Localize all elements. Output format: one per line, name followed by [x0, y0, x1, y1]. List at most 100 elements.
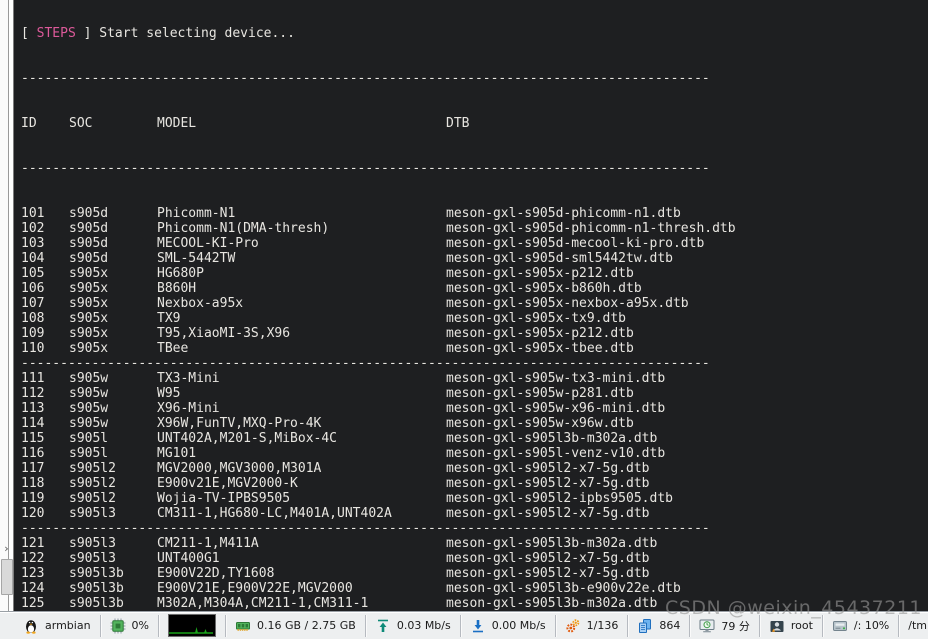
- taskbar-item-disk-tmp[interactable]: /tmp: 1%: [899, 612, 928, 639]
- device-row: 113 s905w X96-Mini meson-gxl-s905w-x96-mini…: [21, 401, 928, 416]
- device-id: 124: [21, 581, 45, 596]
- device-model: CM311-1,HG680-LC,M401A,UNT402A: [157, 506, 392, 521]
- taskbar-item-disk-root[interactable]: /: 10%: [823, 612, 898, 639]
- taskbar-item-cpu-graph[interactable]: [159, 612, 225, 639]
- device-soc: s905x: [69, 341, 109, 356]
- separator-line: ----------------------------------------…: [21, 356, 710, 371]
- steps-bracket-close: ]: [75, 26, 100, 41]
- device-dtb: meson-gxl-s905d-phicomm-n1.dtb: [446, 206, 681, 221]
- device-id: 105: [21, 266, 45, 281]
- device-id: 119: [21, 491, 45, 506]
- header-soc: SOC: [69, 116, 93, 131]
- upload-speed-label: 0.03 Mb/s: [396, 619, 451, 632]
- expand-chevron-icon[interactable]: ›: [1, 541, 12, 557]
- taskbar-item-ram[interactable]: 0.16 GB / 2.75 GB: [226, 612, 365, 639]
- device-row: 125 s905l3b M302A,M304A,CM211-1,CM311-1 mes…: [21, 596, 928, 611]
- separator-line: ----------------------------------------…: [21, 521, 710, 536]
- device-id: 109: [21, 326, 45, 341]
- device-soc: s905l2: [69, 491, 116, 506]
- device-soc: s905w: [69, 371, 109, 386]
- device-id: 122: [21, 551, 45, 566]
- cpu-icon: [110, 618, 126, 633]
- device-row: 112 s905w W95 meson-gxl-s905w-p281.dtb: [21, 386, 928, 401]
- disk-icon: [832, 620, 847, 631]
- device-dtb: meson-gxl-s905d-sml5442tw.dtb: [446, 251, 673, 266]
- device-model: Phicomm-N1(DMA-thresh): [157, 221, 330, 236]
- taskbar-item-user[interactable]: root: [760, 612, 822, 639]
- device-dtb: meson-gxl-s905l2-x7-5g.dtb: [446, 476, 650, 491]
- device-dtb: meson-gxl-s905w-x96w.dtb: [446, 416, 634, 431]
- documents-icon: [639, 618, 652, 633]
- download-speed-label: 0.00 Mb/s: [491, 619, 546, 632]
- device-row: 107 s905x Nexbox-a95x meson-gxl-s905x-nexbo…: [21, 296, 928, 311]
- table-header: ID SOC MODEL DTB: [21, 116, 928, 131]
- device-soc: s905l2: [69, 476, 116, 491]
- rail-drag-handle[interactable]: [1, 559, 13, 595]
- taskbar-item-launcher[interactable]: armbian: [14, 612, 100, 639]
- device-id: 116: [21, 446, 45, 461]
- device-row: 123 s905l3b E900V22D,TY1608 meson-gxl-s905l…: [21, 566, 928, 581]
- cpu-usage-label: 0%: [131, 619, 149, 632]
- device-id: 111: [21, 371, 45, 386]
- terminal-window[interactable]: [ STEPS ] Start selecting device... ----…: [13, 0, 928, 611]
- disk-root-label: /: 10%: [853, 619, 890, 632]
- device-model: E900V21E,E900V22E,MGV2000: [157, 581, 353, 596]
- device-model: MECOOL-KI-Pro: [157, 236, 259, 251]
- device-row: 118 s905l2 E900v21E,MGV2000-K meson-gxl-s90…: [21, 476, 928, 491]
- separator-line: ----------------------------------------…: [21, 71, 710, 86]
- taskbar-item-uptime[interactable]: 79 分: [690, 612, 759, 639]
- device-id: 120: [21, 506, 45, 521]
- taskbar-item-download[interactable]: 0.00 Mb/s: [461, 612, 555, 639]
- device-id: 104: [21, 251, 45, 266]
- device-row: 106 s905x B860H meson-gxl-s905x-b860h.dtb: [21, 281, 928, 296]
- device-id: 102: [21, 221, 45, 236]
- device-model: TBee: [157, 341, 189, 356]
- device-dtb: meson-gxl-s905l2-x7-5g.dtb: [446, 566, 650, 581]
- device-soc: s905l3: [69, 536, 116, 551]
- header-id: ID: [21, 116, 37, 131]
- process-count-label: 1/136: [586, 619, 619, 632]
- device-dtb: meson-gxl-s905d-mecool-ki-pro.dtb: [446, 236, 705, 251]
- device-id: 117: [21, 461, 45, 476]
- uptime-label: 79 分: [721, 619, 750, 633]
- taskbar-item-files[interactable]: 864: [628, 612, 689, 639]
- device-soc: s905x: [69, 311, 109, 326]
- device-model: X96-Mini: [157, 401, 220, 416]
- device-dtb: meson-gxl-s905l2-ipbs9505.dtb: [446, 491, 673, 506]
- taskbar-item-processes[interactable]: 1/136: [556, 612, 628, 639]
- ram-usage-label: 0.16 GB / 2.75 GB: [257, 619, 356, 632]
- device-row: 124 s905l3b E900V21E,E900V22E,MGV2000 meson…: [21, 581, 928, 596]
- left-panel-rail: ›: [0, 0, 14, 611]
- user-icon: [770, 620, 784, 632]
- device-model: Phicomm-N1: [157, 206, 236, 221]
- device-soc: s905l3b: [69, 566, 124, 581]
- device-id: 123: [21, 566, 45, 581]
- device-dtb: meson-gxl-s905l2-x7-5g.dtb: [446, 461, 650, 476]
- device-dtb: meson-gxl-s905x-b860h.dtb: [446, 281, 642, 296]
- device-row: 117 s905l2 MGV2000,MGV3000,M301A meson-gxl-…: [21, 461, 928, 476]
- device-soc: s905d: [69, 206, 109, 221]
- steps-label: STEPS: [36, 26, 76, 41]
- taskbar-item-upload[interactable]: 0.03 Mb/s: [366, 612, 460, 639]
- device-model: M302A,M304A,CM211-1,CM311-1: [157, 596, 369, 611]
- device-row: 101 s905d Phicomm-N1 meson-gxl-s905d-phicom…: [21, 206, 928, 221]
- penguin-icon: [26, 619, 36, 634]
- device-row: 115 s905l UNT402A,M201-S,MiBox-4C meson-gxl…: [21, 431, 928, 446]
- device-model: MGV2000,MGV3000,M301A: [157, 461, 322, 476]
- device-model: UNT402A,M201-S,MiBox-4C: [157, 431, 338, 446]
- device-id: 110: [21, 341, 45, 356]
- device-model: Wojia-TV-IPBS9505: [157, 491, 291, 506]
- device-soc: s905w: [69, 401, 109, 416]
- device-dtb: meson-gxl-s905w-x96-mini.dtb: [446, 401, 666, 416]
- device-model: SML-5442TW: [157, 251, 236, 266]
- user-label: root: [790, 619, 813, 632]
- gears-icon: [566, 618, 579, 632]
- header-model: MODEL: [157, 116, 197, 131]
- device-dtb: meson-gxl-s905l3b-m302a.dtb: [446, 431, 658, 446]
- taskbar-item-cpu[interactable]: 0%: [101, 612, 158, 639]
- uptime-icon: [699, 619, 715, 632]
- device-model: B860H: [157, 281, 197, 296]
- device-id: 103: [21, 236, 45, 251]
- device-model: W95: [157, 386, 181, 401]
- device-model: UNT400G1: [157, 551, 220, 566]
